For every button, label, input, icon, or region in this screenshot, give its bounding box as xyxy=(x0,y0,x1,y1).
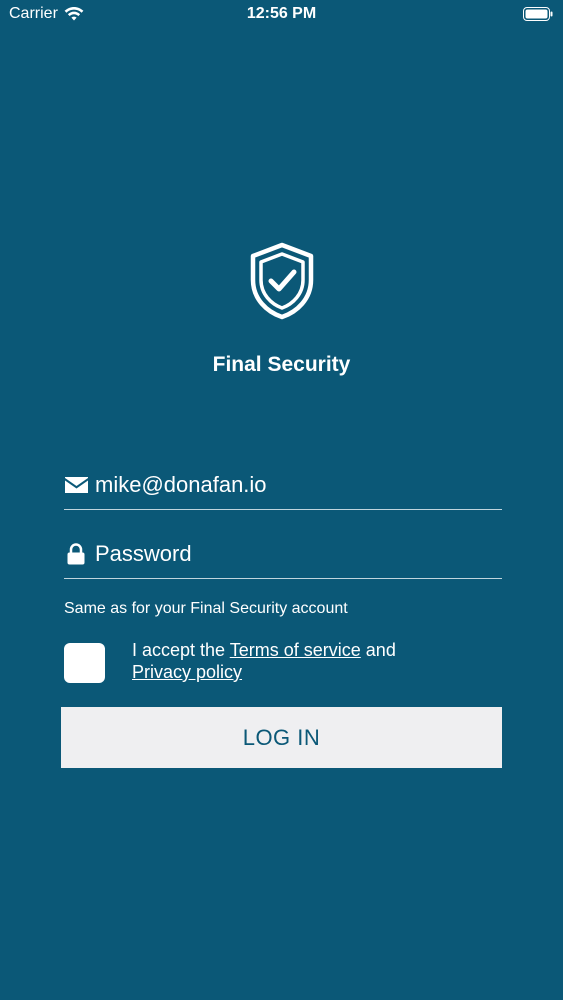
terms-text: I accept the Terms of service and Privac… xyxy=(132,639,452,683)
password-input[interactable] xyxy=(95,539,502,569)
terms-prefix: I accept the xyxy=(132,640,226,660)
status-bar: Carrier 12:56 PM xyxy=(0,0,563,30)
email-field-row xyxy=(64,461,502,510)
privacy-policy-link[interactable]: Privacy policy xyxy=(132,662,242,682)
envelope-icon xyxy=(64,475,88,495)
account-hint: Same as for your Final Security account xyxy=(64,600,348,617)
terms-of-service-link[interactable]: Terms of service xyxy=(230,640,361,660)
battery-icon xyxy=(523,7,553,21)
app-title: Final Security xyxy=(212,353,351,376)
shield-check-icon xyxy=(250,242,314,320)
email-input[interactable] xyxy=(95,470,502,500)
login-button[interactable]: LOG IN xyxy=(61,707,502,768)
terms-conjunction: and xyxy=(365,640,396,660)
password-field-row xyxy=(64,530,502,579)
status-time: 12:56 PM xyxy=(246,5,317,22)
lock-icon xyxy=(64,543,88,565)
accept-terms-checkbox[interactable] xyxy=(64,643,105,683)
